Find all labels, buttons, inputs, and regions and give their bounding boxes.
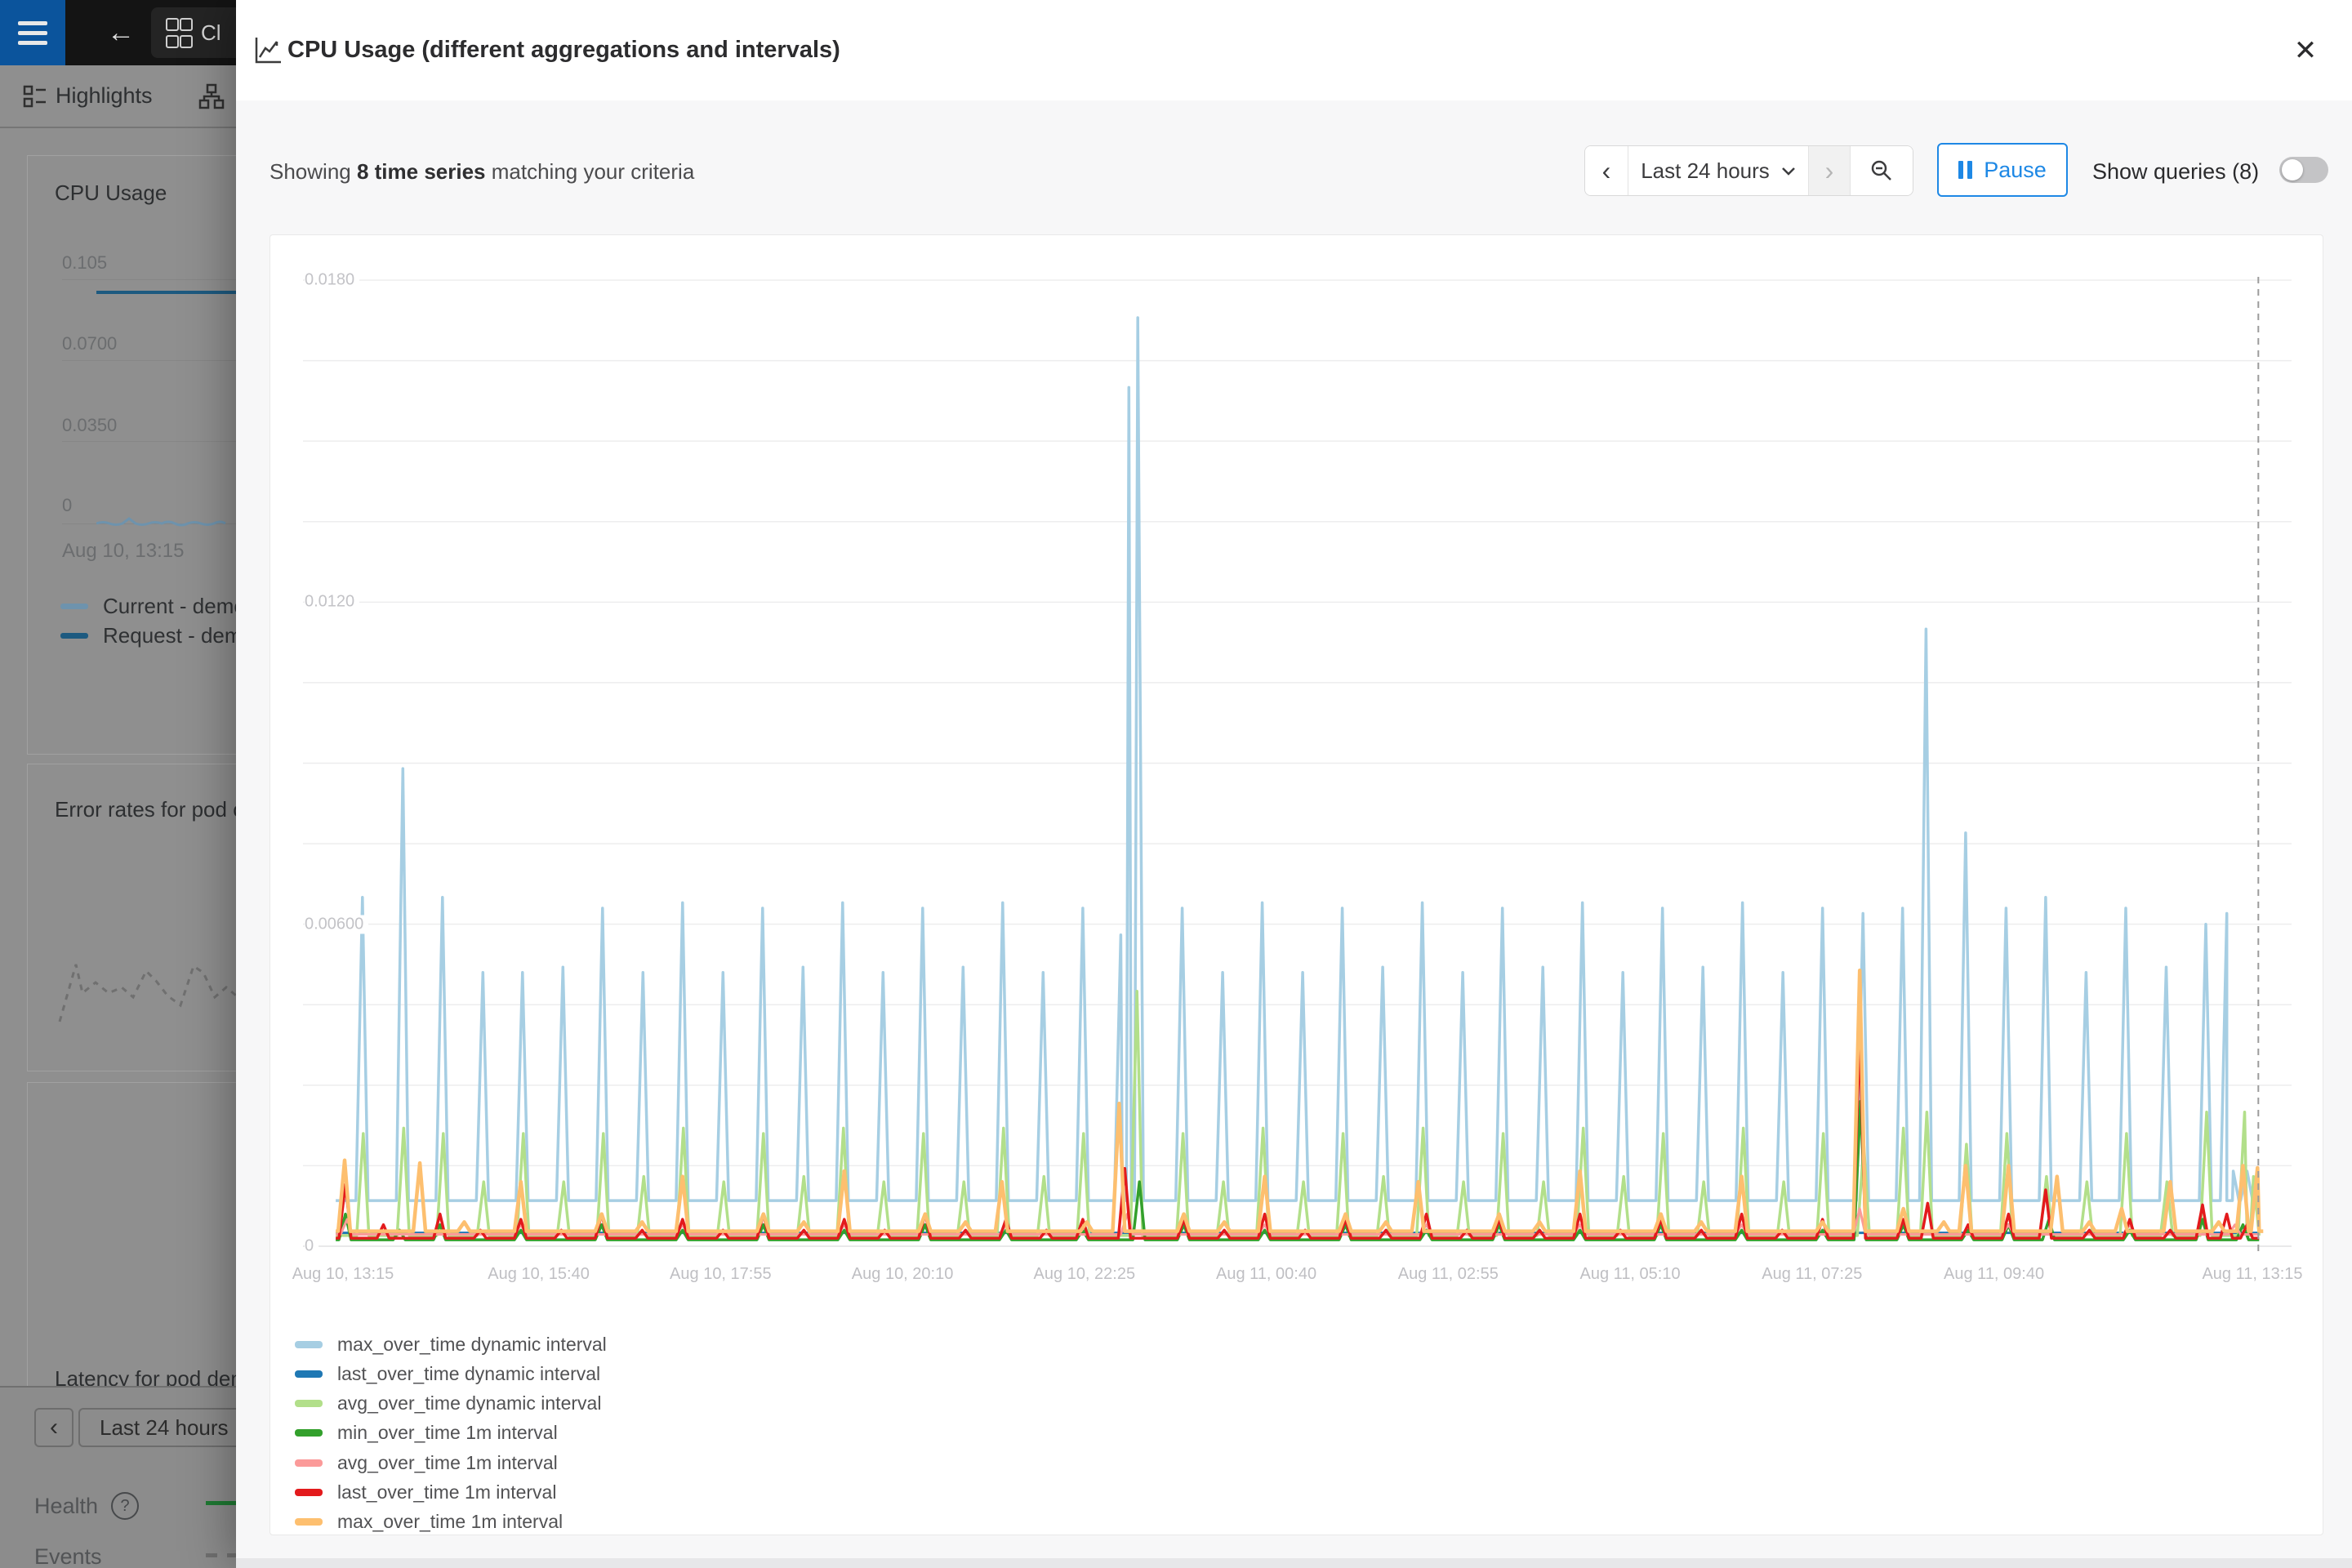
modal-header: CPU Usage (different aggregations and in…	[236, 0, 2352, 100]
legend-label: max_over_time dynamic interval	[337, 1334, 607, 1356]
legend-item[interactable]: max_over_time 1m interval	[295, 1508, 563, 1537]
legend-swatch	[295, 1429, 323, 1437]
current-line	[96, 509, 237, 530]
chevron-down-icon	[1781, 166, 1796, 176]
request-line	[96, 291, 237, 294]
legend-label: last_over_time dynamic interval	[337, 1363, 600, 1385]
series-summary: Showing 8 time series matching your crit…	[270, 122, 694, 220]
legend-swatch	[295, 1400, 323, 1407]
legend-swatch	[295, 1459, 323, 1467]
hamburger-menu-button[interactable]	[0, 0, 65, 65]
x-axis-tick: Aug 11, 09:40	[1896, 1265, 2092, 1284]
cpu-usage-card: CPU Usage 0.105 0.0700 0.0350 0 Aug 10, …	[27, 155, 238, 755]
legend-item: Current - demo-	[60, 594, 253, 619]
legend-label: last_over_time 1m interval	[337, 1481, 556, 1503]
chart-modal: CPU Usage (different aggregations and in…	[236, 0, 2352, 1568]
grid-icon	[166, 18, 189, 48]
y-axis-tick: 0.0120	[305, 593, 359, 612]
legend-swatch	[295, 1518, 323, 1526]
pause-button[interactable]: Pause	[1937, 143, 2068, 197]
line-chart-icon	[253, 36, 283, 65]
axis-tick: 0.105	[62, 252, 107, 274]
axis-tick: 0.0350	[62, 415, 117, 436]
latency-card: Latency for pod demo	[27, 1082, 238, 1388]
highlights-icon	[23, 84, 47, 109]
legend-item[interactable]: avg_over_time dynamic interval	[295, 1389, 601, 1419]
zoom-out-icon	[1870, 159, 1893, 182]
time-range-control: ‹ Last 24 hours ›	[1584, 145, 1913, 196]
legend-swatch	[60, 604, 88, 609]
previous-range-button[interactable]: ‹	[1585, 146, 1628, 195]
next-range-button[interactable]: ›	[1809, 146, 1851, 195]
x-axis-tick: Aug 11, 05:10	[1532, 1265, 1728, 1284]
show-queries-toggle[interactable]	[2279, 157, 2328, 183]
zoom-out-button[interactable]	[1851, 146, 1913, 195]
x-axis-tick: Aug 11, 13:15	[2154, 1265, 2350, 1284]
x-axis-tick: Aug 10, 17:55	[622, 1265, 818, 1284]
x-axis-tick: Aug 11, 00:40	[1169, 1265, 1365, 1284]
show-queries-label: Show queries (8)	[2092, 122, 2259, 220]
sitemap-icon[interactable]	[198, 83, 225, 109]
x-axis-tick: Aug 10, 13:15	[62, 540, 184, 563]
back-arrow-button[interactable]: ←	[96, 0, 145, 65]
legend-swatch	[295, 1370, 323, 1378]
axis-tick: 0.0700	[62, 333, 117, 354]
error-card-title: Error rates for pod c	[55, 797, 243, 822]
y-axis-tick: 0	[305, 1237, 318, 1256]
tab-highlights[interactable]: Highlights	[56, 65, 153, 127]
x-axis-tick: Aug 10, 15:40	[441, 1265, 637, 1284]
x-axis-tick: Aug 11, 02:55	[1350, 1265, 1546, 1284]
error-rates-card: Error rates for pod c	[27, 764, 238, 1071]
app-root: ← Cl Highlights CPU Usage	[0, 0, 2352, 1568]
y-axis-tick: 0.00600	[305, 915, 368, 933]
toggle-knob	[2282, 159, 2303, 180]
legend-label: avg_over_time 1m interval	[337, 1452, 558, 1474]
y-axis-tick: 0.0180	[305, 271, 359, 290]
legend-swatch	[295, 1341, 323, 1348]
modal-bottom-strip	[236, 1558, 2352, 1568]
axis-tick: 0	[62, 495, 72, 516]
legend-label: min_over_time 1m interval	[337, 1422, 558, 1444]
legend-swatch	[60, 633, 88, 639]
close-icon[interactable]: ✕	[2283, 28, 2328, 74]
pause-icon	[1958, 161, 1972, 179]
legend-label: max_over_time 1m interval	[337, 1511, 563, 1533]
legend-item[interactable]: last_over_time 1m interval	[295, 1478, 556, 1508]
x-axis-tick: Aug 10, 13:15	[245, 1265, 441, 1284]
legend-item: Request - demo-	[60, 623, 261, 648]
legend-item[interactable]: avg_over_time 1m interval	[295, 1448, 558, 1477]
legend-label: avg_over_time dynamic interval	[337, 1392, 601, 1414]
help-icon[interactable]: ?	[111, 1492, 139, 1520]
tab-label: Cl	[201, 20, 221, 46]
time-back-button[interactable]: ‹	[34, 1408, 74, 1447]
time-series-plot[interactable]	[270, 270, 2324, 1254]
x-axis-tick: Aug 10, 20:10	[804, 1265, 1000, 1284]
legend-item[interactable]: last_over_time dynamic interval	[295, 1359, 600, 1388]
x-axis-tick: Aug 11, 07:25	[1714, 1265, 1910, 1284]
health-row: Health ?	[34, 1492, 139, 1520]
error-rate-sparkline	[58, 956, 237, 1034]
chart-card: 0.01800.01200.006000 Aug 10, 13:15Aug 10…	[270, 234, 2323, 1535]
time-range-dropdown[interactable]: Last 24 hours	[1628, 146, 1809, 195]
legend-item[interactable]: max_over_time dynamic interval	[295, 1330, 607, 1359]
x-axis-tick: Aug 10, 22:25	[987, 1265, 1183, 1284]
events-row: Events	[34, 1544, 102, 1568]
legend-item[interactable]: min_over_time 1m interval	[295, 1419, 558, 1448]
legend-swatch	[295, 1489, 323, 1496]
modal-title: CPU Usage (different aggregations and in…	[287, 0, 840, 100]
series-max-over-time-dynamic-interval	[336, 318, 2259, 1200]
cpu-card-title: CPU Usage	[55, 180, 167, 206]
